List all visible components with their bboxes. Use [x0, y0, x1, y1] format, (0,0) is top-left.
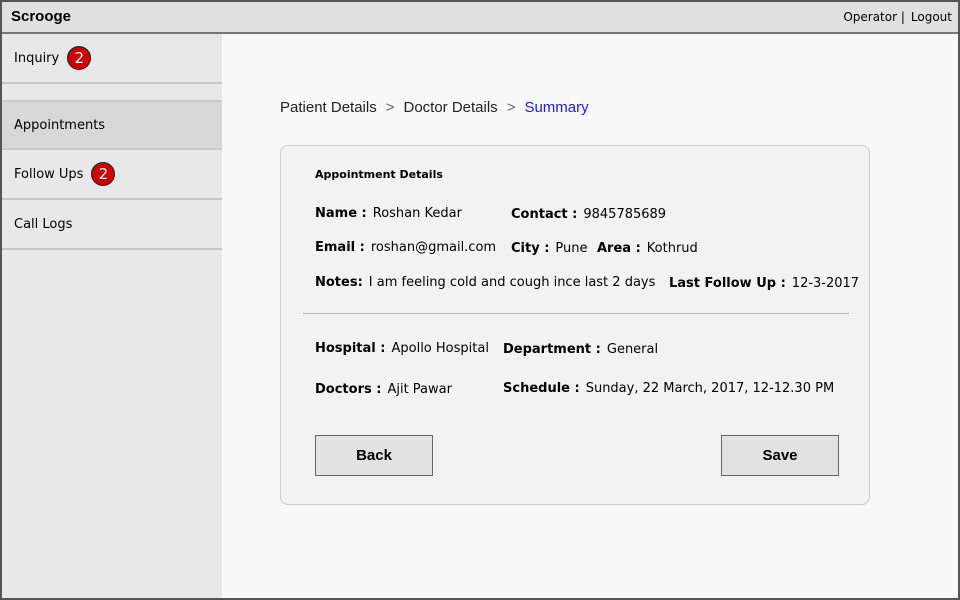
city-value: Pune: [555, 241, 588, 256]
sidebar-item-label: Inquiry: [14, 50, 60, 66]
schedule-value: Sunday, 22 March, 2017, 12-12.30 PM: [585, 381, 835, 396]
contact-value: 9845785689: [583, 207, 667, 222]
last-follow-up-label: Last Follow Up :: [669, 276, 786, 291]
name-field: Name : Roshan Kedar: [315, 206, 462, 221]
notes-field: Notes: I am feeling cold and cough ince l…: [315, 275, 655, 290]
schedule-field: Schedule : Sunday, 22 March, 2017, 12-12.…: [503, 381, 834, 396]
last-follow-up-field: Last Follow Up : 12-3-2017: [669, 276, 859, 291]
breadcrumb: Patient Details > Doctor Details > Summa…: [280, 99, 589, 116]
area-label: Area :: [597, 241, 641, 256]
department-field: Department : General: [503, 342, 658, 357]
doctors-field: Doctors : Ajit Pawar: [315, 382, 452, 397]
sidebar-item-label: Appointments: [14, 117, 106, 133]
card-title: Appointment Details: [315, 168, 443, 181]
city-field: City : Pune: [511, 241, 588, 256]
last-follow-up-value: 12-3-2017: [791, 276, 860, 291]
top-links: Operator | Logout: [843, 10, 952, 24]
email-label: Email :: [315, 240, 365, 255]
sidebar-item-follow-ups[interactable]: Follow Ups 2: [2, 150, 222, 200]
doctors-label: Doctors :: [315, 382, 382, 397]
department-value: General: [606, 342, 659, 357]
hospital-value: Apollo Hospital: [391, 341, 489, 356]
breadcrumb-separator: >: [385, 99, 395, 116]
department-label: Department :: [503, 342, 601, 357]
sidebar-item-label: Follow Ups: [14, 166, 84, 182]
hospital-field: Hospital : Apollo Hospital: [315, 341, 489, 356]
area-value: Kothrud: [646, 241, 698, 256]
save-button[interactable]: Save: [721, 435, 839, 476]
top-bar: Scrooge Operator | Logout: [2, 2, 958, 34]
sidebar-item-appointments[interactable]: Appointments: [2, 100, 222, 150]
back-button[interactable]: Back: [315, 435, 433, 476]
sidebar-item-label: Call Logs: [14, 216, 73, 232]
app-window: Scrooge Operator | Logout Inquiry 2 Appo…: [0, 0, 960, 600]
section-divider: [303, 313, 849, 314]
name-value: Roshan Kedar: [372, 206, 462, 221]
breadcrumb-patient-details[interactable]: Patient Details: [280, 99, 377, 116]
logout-link[interactable]: Logout: [911, 10, 952, 24]
doctors-value: Ajit Pawar: [387, 382, 452, 397]
contact-field: Contact : 9845785689: [511, 207, 666, 222]
operator-link[interactable]: Operator |: [843, 10, 905, 24]
sidebar-item-call-logs[interactable]: Call Logs: [2, 200, 222, 250]
app-title: Scrooge: [11, 8, 72, 25]
notes-label: Notes:: [315, 275, 363, 290]
sidebar: Inquiry 2 Appointments Follow Ups 2 Call…: [2, 34, 222, 598]
breadcrumb-separator: >: [506, 99, 516, 116]
sidebar-item-inquiry[interactable]: Inquiry 2: [2, 34, 222, 84]
notes-value: I am feeling cold and cough ince last 2 …: [368, 275, 656, 290]
city-label: City :: [511, 241, 550, 256]
contact-label: Contact :: [511, 207, 578, 222]
email-value: roshan@gmail.com: [370, 240, 497, 255]
schedule-label: Schedule :: [503, 381, 580, 396]
breadcrumb-doctor-details[interactable]: Doctor Details: [403, 99, 497, 116]
email-field: Email : roshan@gmail.com: [315, 240, 496, 255]
name-label: Name :: [315, 206, 367, 221]
inquiry-count-badge: 2: [67, 46, 92, 70]
hospital-label: Hospital :: [315, 341, 386, 356]
follow-ups-count-badge: 2: [91, 162, 116, 186]
appointment-details-card: Appointment Details Name : Roshan Kedar C…: [280, 145, 870, 505]
area-field: Area : Kothrud: [597, 241, 698, 256]
breadcrumb-summary: Summary: [524, 99, 589, 116]
